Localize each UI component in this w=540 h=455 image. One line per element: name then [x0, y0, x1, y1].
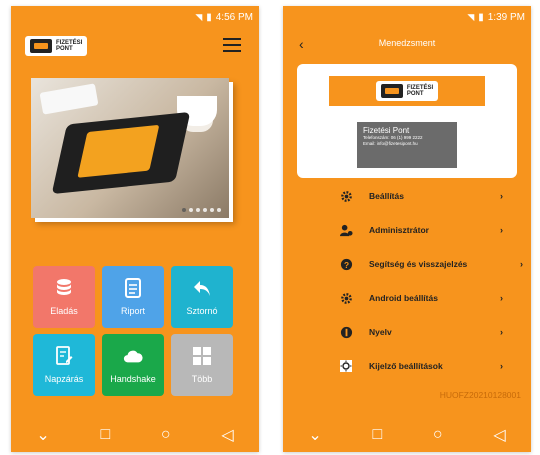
- battery-icon: ▮: [478, 11, 484, 23]
- tile-tobb[interactable]: Több: [171, 334, 233, 396]
- company-logo-banner: FIZETÉSI PONT: [329, 76, 485, 106]
- tile-napzaras[interactable]: Napzárás: [33, 334, 95, 396]
- menu-label: Beállítás: [369, 191, 404, 201]
- status-time: 1:39 PM: [487, 11, 525, 23]
- menu-label: Kijelző beállítások: [369, 361, 443, 371]
- help-icon: ?: [339, 257, 353, 271]
- card-reader-icon: [30, 39, 52, 53]
- company-name: Fizetési Pont: [363, 126, 410, 135]
- signal-icon: ◥: [195, 11, 203, 22]
- payment-card: [39, 83, 99, 115]
- menu-item-nyelv[interactable]: Nyelv ›: [283, 320, 531, 344]
- management-screen: ◥ ▮ 1:39 PM ‹ Menedzsment FIZETÉSI PONT …: [283, 6, 531, 452]
- pos-terminal: [51, 111, 191, 195]
- tile-label: Több: [191, 374, 213, 384]
- company-logo: FIZETÉSI PONT: [375, 81, 439, 101]
- tile-label: Sztornó: [186, 306, 218, 316]
- signal-icon: ◥: [467, 11, 475, 22]
- database-icon: [54, 278, 74, 298]
- company-info-panel: FIZETÉSI PONT Fizetési Pont Telefonszám:…: [297, 64, 517, 178]
- chevron-right-icon: ›: [500, 361, 503, 371]
- menu-label: Android beállítás: [369, 293, 438, 303]
- tile-label: Handshake: [110, 374, 156, 384]
- logo-line2: PONT: [406, 91, 424, 97]
- page-title: Menedzsment: [378, 38, 436, 48]
- tile-label: Riport: [120, 306, 145, 316]
- grid-icon: [192, 346, 212, 366]
- tile-handshake[interactable]: Handshake: [102, 334, 164, 396]
- tile-sztorno[interactable]: Sztornó: [171, 266, 233, 328]
- banner-photo: [31, 78, 229, 218]
- nav-recents-icon[interactable]: □: [101, 426, 111, 444]
- tile-label: Eladás: [50, 306, 78, 316]
- android-gear-icon: [339, 291, 353, 305]
- menu-icon[interactable]: [223, 38, 241, 52]
- document-icon: [123, 278, 143, 298]
- menu-item-adminisztrator[interactable]: Adminisztrátor ›: [283, 218, 531, 242]
- nav-recents-icon[interactable]: □: [373, 426, 383, 444]
- status-bar: ◥ ▮ 1:39 PM: [283, 6, 531, 28]
- menu-label: Adminisztrátor: [369, 225, 429, 235]
- nav-down-icon[interactable]: ⌄: [36, 425, 49, 445]
- svg-text:?: ?: [343, 259, 348, 269]
- android-nav-bar: ⌄ □ ○ ◁: [283, 418, 531, 452]
- chevron-right-icon: ›: [500, 191, 503, 201]
- device-serial-number: HUOFZ20210128001: [439, 390, 521, 400]
- company-email: Email: info@fizetesipont.hu: [363, 141, 418, 146]
- chevron-right-icon: ›: [500, 293, 503, 303]
- chevron-right-icon: ›: [500, 327, 503, 337]
- nav-home-icon[interactable]: ○: [433, 426, 443, 444]
- carousel-dots[interactable]: [182, 208, 221, 212]
- menu-item-beallitas[interactable]: Beállítás ›: [283, 184, 531, 208]
- chevron-right-icon: ›: [520, 259, 523, 269]
- nav-home-icon[interactable]: ○: [161, 426, 171, 444]
- card-reader-icon: [380, 84, 403, 98]
- tile-riport[interactable]: Riport: [102, 266, 164, 328]
- tile-label: Napzárás: [44, 374, 84, 384]
- menu-label: Segítség és visszajelzés: [369, 259, 468, 269]
- logo-line2: PONT: [56, 46, 73, 52]
- receipt-edit-icon: [54, 346, 74, 366]
- undo-arrow-icon: [192, 278, 212, 298]
- nav-back-icon[interactable]: ◁: [221, 425, 233, 445]
- menu-item-kijelzo[interactable]: Kijelző beállítások ›: [283, 354, 531, 378]
- menu-label: Nyelv: [369, 327, 392, 337]
- tile-eladas[interactable]: Eladás: [33, 266, 95, 328]
- menu-item-android-beallitas[interactable]: Android beállítás ›: [283, 286, 531, 310]
- battery-icon: ▮: [206, 11, 212, 23]
- gear-icon: [339, 189, 353, 203]
- app-logo: FIZETÉSI PONT: [25, 36, 88, 56]
- admin-user-icon: [339, 223, 353, 237]
- menu-item-segitseg[interactable]: ? Segítség és visszajelzés ›: [283, 252, 531, 276]
- language-icon: [339, 325, 353, 339]
- home-screen: ◥ ▮ 4:56 PM FIZETÉSI PONT Eladás Riport: [11, 6, 259, 452]
- company-contact-card: Fizetési Pont Telefonszám: 06 (1) 999 22…: [357, 122, 457, 168]
- chevron-right-icon: ›: [500, 225, 503, 235]
- brightness-icon: [339, 359, 353, 373]
- nav-down-icon[interactable]: ⌄: [308, 425, 321, 445]
- status-time: 4:56 PM: [215, 11, 253, 23]
- android-nav-bar: ⌄ □ ○ ◁: [11, 418, 259, 452]
- promo-banner[interactable]: [31, 78, 229, 218]
- nav-back-icon[interactable]: ◁: [493, 425, 505, 445]
- cloud-icon: [123, 346, 143, 366]
- status-bar: ◥ ▮ 4:56 PM: [11, 6, 259, 28]
